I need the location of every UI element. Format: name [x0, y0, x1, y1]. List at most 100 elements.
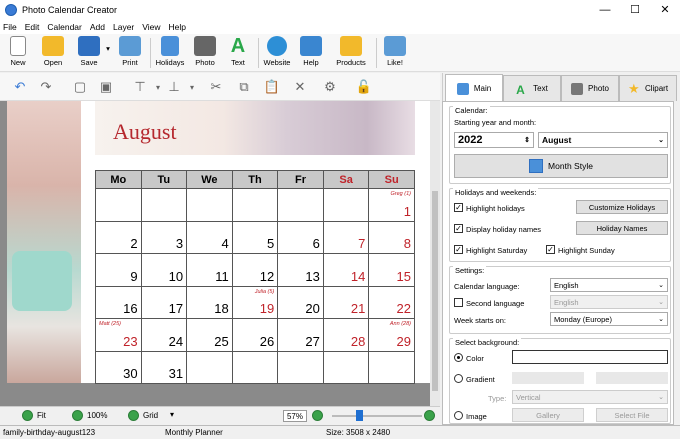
calendar-day-cell[interactable]: 20 — [277, 285, 324, 319]
text-button[interactable]: A Text — [225, 36, 251, 70]
calendar-day-cell[interactable]: 16 — [95, 285, 142, 319]
color-radio[interactable] — [454, 353, 463, 362]
highlight-sunday-checkbox[interactable]: ✓ — [546, 245, 555, 254]
save-button[interactable]: Save — [76, 36, 102, 70]
paste-icon[interactable]: 📋 — [264, 79, 280, 95]
calendar-day-cell[interactable]: 2 — [95, 220, 142, 254]
calendar-day-cell[interactable]: Ann (28) 29 — [368, 318, 415, 352]
open-button[interactable]: Open — [40, 36, 66, 70]
calendar-day-cell[interactable] — [95, 188, 142, 222]
tab-text[interactable]: A Text — [503, 75, 561, 101]
display-holiday-names-checkbox[interactable]: ✓ — [454, 224, 463, 233]
holiday-names-button[interactable]: Holiday Names — [576, 221, 668, 235]
zoom-out-icon[interactable] — [312, 410, 327, 421]
scrollbar-thumb[interactable] — [432, 191, 438, 391]
birthday-photo[interactable] — [7, 101, 81, 383]
calendar-day-cell[interactable] — [186, 188, 233, 222]
fit-button[interactable]: Fit — [22, 410, 46, 421]
zoom-slider-thumb[interactable] — [356, 410, 363, 421]
gradient-radio[interactable] — [454, 374, 463, 383]
calendar-day-cell[interactable] — [368, 350, 415, 384]
month-title[interactable]: August — [113, 119, 177, 145]
photo-button[interactable]: Photo — [192, 36, 218, 70]
month-style-button[interactable]: Month Style — [454, 154, 668, 178]
calendar-day-cell[interactable] — [322, 188, 370, 222]
calendar-day-cell[interactable]: 26 — [231, 318, 279, 352]
redo-icon[interactable]: ↷ — [38, 79, 54, 95]
menu-calendar[interactable]: Calendar — [47, 22, 82, 32]
menu-edit[interactable]: Edit — [25, 22, 40, 32]
calendar-day-cell[interactable]: 28 — [322, 318, 370, 352]
calendar-day-cell[interactable]: 17 — [140, 285, 188, 319]
highlight-saturday-checkbox[interactable]: ✓ — [454, 245, 463, 254]
calendar-day-cell[interactable]: Julia (5) 19 — [231, 285, 279, 319]
gallery-button[interactable]: Gallery — [512, 408, 584, 422]
cut-icon[interactable]: ✂ — [208, 79, 224, 95]
calendar-grid[interactable]: Mo Tu We Th Fr Sa Su Greg (1) 1 2 3 4 5 6 7 8 9 10 11 12 13… — [95, 170, 415, 384]
calendar-day-cell[interactable]: 21 — [322, 285, 370, 319]
delete-icon[interactable]: ✕ — [292, 79, 308, 95]
calendar-day-cell[interactable]: Matt (25) 23 — [95, 318, 142, 352]
calendar-day-cell[interactable]: 27 — [277, 318, 324, 352]
zoom-level-field[interactable]: 57% — [283, 410, 307, 422]
gradient-color-1[interactable] — [512, 372, 584, 384]
new-button[interactable]: New — [6, 36, 30, 70]
select-file-button[interactable]: Select File — [596, 408, 668, 422]
help-button[interactable]: Help — [298, 36, 324, 70]
menu-layer[interactable]: Layer — [113, 22, 134, 32]
calendar-day-cell[interactable]: 22 — [368, 285, 415, 319]
calendar-day-cell[interactable]: 5 — [231, 220, 279, 254]
copy-icon[interactable]: ⧉ — [236, 79, 252, 95]
align-top-icon[interactable]: ⊤ — [132, 79, 148, 95]
highlight-holidays-checkbox[interactable]: ✓ — [454, 203, 463, 212]
menu-add[interactable]: Add — [90, 22, 105, 32]
calendar-day-cell[interactable]: 14 — [322, 253, 370, 287]
image-radio[interactable] — [454, 411, 463, 420]
calendar-day-cell[interactable]: 30 — [95, 350, 142, 384]
grid-dropdown-icon[interactable]: ▾ — [170, 410, 174, 419]
calendar-day-cell[interactable] — [277, 188, 324, 222]
calendar-day-cell[interactable]: 25 — [186, 318, 233, 352]
calendar-day-cell[interactable]: 8 — [368, 220, 415, 254]
canvas-scrollbar[interactable] — [430, 101, 440, 406]
menu-file[interactable]: File — [3, 22, 17, 32]
zoom-100-button[interactable]: 100% — [72, 410, 107, 421]
zoom-in-icon[interactable] — [424, 410, 439, 421]
maximize-button[interactable]: ☐ — [620, 0, 650, 19]
week-starts-select[interactable]: Monday (Europe) ⌄ — [550, 312, 668, 326]
settings-icon[interactable]: ⚙ — [322, 79, 338, 95]
tab-main[interactable]: Main — [445, 74, 503, 102]
gradient-type-select[interactable]: Vertical ⌄ — [512, 390, 668, 404]
calendar-day-cell[interactable]: Greg (1) 1 — [368, 188, 415, 222]
tab-photo[interactable]: Photo — [561, 75, 619, 101]
calendar-day-cell[interactable]: 11 — [186, 253, 233, 287]
calendar-day-cell[interactable]: 6 — [277, 220, 324, 254]
close-button[interactable]: ✕ — [650, 0, 680, 19]
gradient-color-2[interactable] — [596, 372, 668, 384]
calendar-day-cell[interactable] — [186, 350, 233, 384]
frame-icon[interactable]: ▢ — [72, 79, 88, 95]
year-spinner[interactable]: 2022 ⇕ — [454, 132, 534, 148]
lock-icon[interactable]: 🔓 — [356, 79, 372, 95]
calendar-day-cell[interactable]: 9 — [95, 253, 142, 287]
align-bottom-icon[interactable]: ⊥ — [166, 79, 182, 95]
calendar-day-cell[interactable]: 18 — [186, 285, 233, 319]
calendar-day-cell[interactable] — [277, 350, 324, 384]
holidays-button[interactable]: Holidays — [155, 36, 185, 70]
calendar-day-cell[interactable]: 4 — [186, 220, 233, 254]
month-select[interactable]: August ⌄ — [538, 132, 668, 148]
website-button[interactable]: Website — [262, 36, 292, 70]
align2-dropdown-icon[interactable]: ▾ — [184, 79, 200, 95]
customize-holidays-button[interactable]: Customize Holidays — [576, 200, 668, 214]
calendar-day-cell[interactable] — [231, 188, 279, 222]
like-button[interactable]: Like! — [382, 36, 408, 70]
second-language-select[interactable]: English ⌄ — [550, 295, 668, 309]
print-button[interactable]: Print — [117, 36, 143, 70]
calendar-day-cell[interactable]: 12 — [231, 253, 279, 287]
calendar-day-cell[interactable]: 13 — [277, 253, 324, 287]
color-swatch[interactable] — [512, 350, 668, 364]
calendar-day-cell[interactable] — [140, 188, 188, 222]
calendar-day-cell[interactable]: 10 — [140, 253, 188, 287]
calendar-day-cell[interactable]: 31 — [140, 350, 188, 384]
calendar-language-select[interactable]: English ⌄ — [550, 278, 668, 292]
